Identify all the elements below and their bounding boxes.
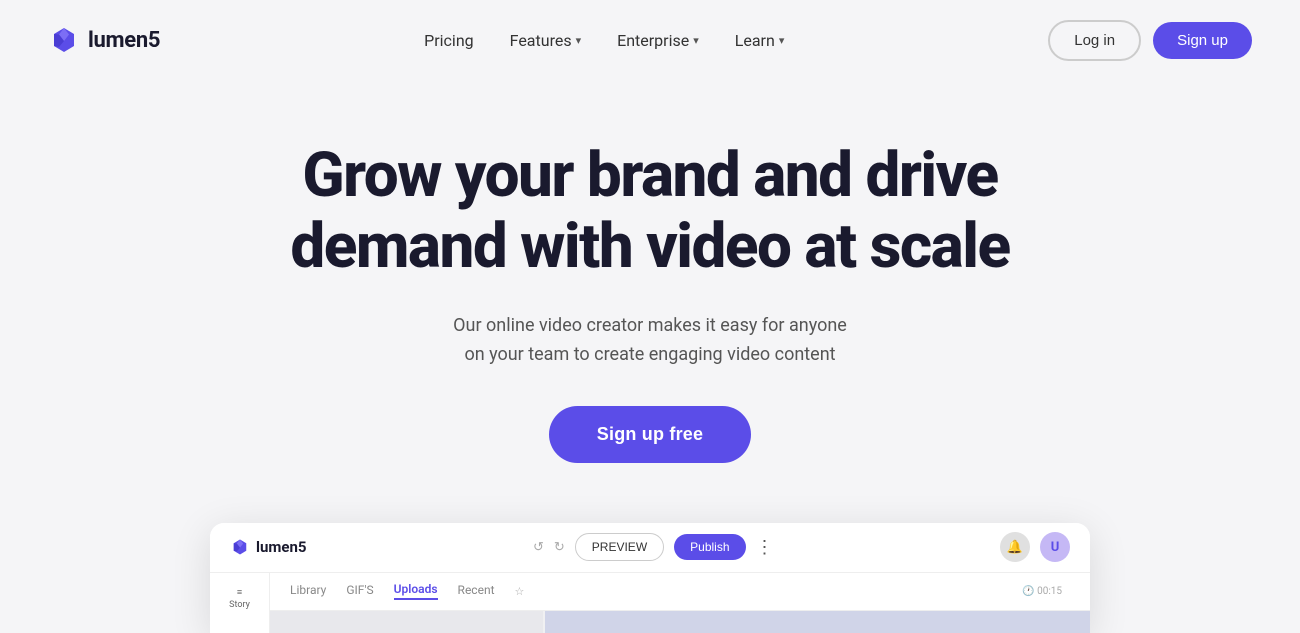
app-preview-window: lumen5 ↺ ↻ PREVIEW Publish ⋮ 🔔 U ≡ Story xyxy=(210,523,1090,633)
nav-buttons: Log in Sign up xyxy=(1048,20,1252,61)
app-topbar-right: 🔔 U xyxy=(1000,532,1070,562)
story-sidebar-item[interactable]: ≡ Story xyxy=(229,585,250,610)
app-topbar-controls: ↺ ↻ PREVIEW Publish ⋮ xyxy=(533,533,774,561)
hero-title: Grow your brand and drive demand with vi… xyxy=(260,140,1040,283)
star-icon[interactable]: ☆ xyxy=(515,585,525,598)
notification-icon[interactable]: 🔔 xyxy=(1000,532,1030,562)
tab-uploads[interactable]: Uploads xyxy=(394,582,438,600)
signup-free-button[interactable]: Sign up free xyxy=(549,406,751,463)
login-button[interactable]: Log in xyxy=(1048,20,1141,61)
logo-link[interactable]: lumen5 xyxy=(48,24,160,56)
nav-links: Pricing Features ▾ Enterprise ▾ Learn ▾ xyxy=(424,31,784,50)
navigation: lumen5 Pricing Features ▾ Enterprise ▾ L… xyxy=(0,0,1300,80)
more-options-icon[interactable]: ⋮ xyxy=(756,537,774,558)
app-sidebar: ≡ Story xyxy=(210,573,270,633)
app-topbar: lumen5 ↺ ↻ PREVIEW Publish ⋮ 🔔 U xyxy=(210,523,1090,573)
app-content: Library GIF'S Uploads Recent ☆ 🕐 00:15 xyxy=(270,573,1090,633)
chevron-down-icon: ▾ xyxy=(576,34,582,47)
video-timestamp: 🕐 00:15 xyxy=(1022,586,1062,597)
tab-library[interactable]: Library xyxy=(290,583,326,599)
hero-section: Grow your brand and drive demand with vi… xyxy=(0,80,1300,503)
logo-text: lumen5 xyxy=(88,28,160,53)
preview-button[interactable]: PREVIEW xyxy=(575,533,664,561)
hero-subtitle: Our online video creator makes it easy f… xyxy=(410,311,890,370)
app-logo-icon xyxy=(230,537,250,557)
app-content-area xyxy=(270,611,1090,633)
app-logo-text: lumen5 xyxy=(256,538,306,556)
chevron-down-icon: ▾ xyxy=(779,34,785,47)
media-panel xyxy=(270,611,543,633)
video-preview-panel xyxy=(545,611,1090,633)
nav-pricing[interactable]: Pricing xyxy=(424,31,474,50)
nav-enterprise[interactable]: Enterprise ▾ xyxy=(617,31,699,50)
publish-button[interactable]: Publish xyxy=(674,534,745,560)
undo-icon[interactable]: ↺ xyxy=(533,540,544,555)
nav-features[interactable]: Features ▾ xyxy=(510,31,581,50)
app-tabs-bar: Library GIF'S Uploads Recent ☆ 🕐 00:15 xyxy=(270,573,1090,611)
signup-nav-button[interactable]: Sign up xyxy=(1153,22,1252,59)
redo-icon[interactable]: ↻ xyxy=(554,540,565,555)
tab-recent[interactable]: Recent xyxy=(458,583,495,599)
app-main-area: ≡ Story Library GIF'S Uploads Recent ☆ 🕐… xyxy=(210,573,1090,633)
lumen5-logo-icon xyxy=(48,24,80,56)
nav-learn[interactable]: Learn ▾ xyxy=(735,31,785,50)
avatar[interactable]: U xyxy=(1040,532,1070,562)
tab-gifs[interactable]: GIF'S xyxy=(346,583,373,599)
app-logo: lumen5 xyxy=(230,537,306,557)
chevron-down-icon: ▾ xyxy=(693,34,699,47)
